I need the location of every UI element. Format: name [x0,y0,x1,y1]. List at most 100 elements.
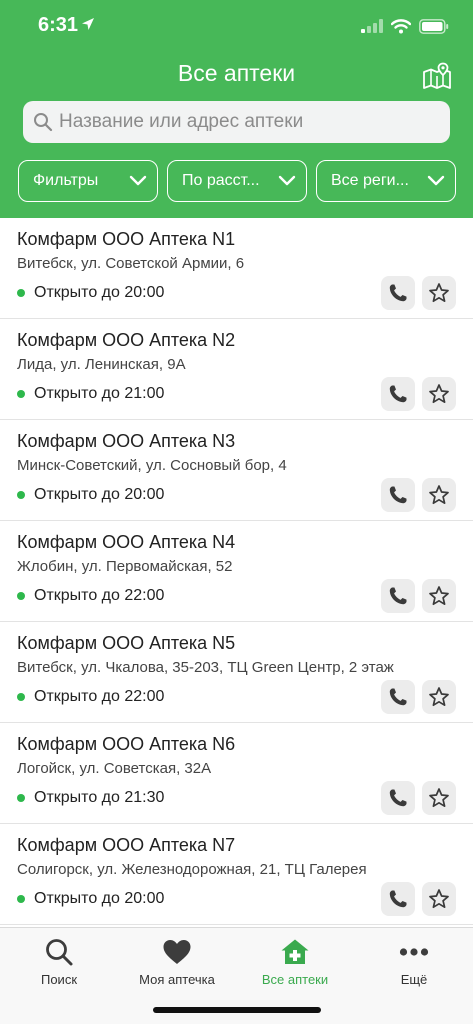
tab-label: Моя аптечка [139,972,215,987]
pharmacy-address: Жлобин, ул. Первомайская, 52 [17,558,233,575]
status-dot [17,592,25,600]
favorite-button[interactable] [422,680,456,714]
pharmacy-list-item[interactable]: Комфарм ООО Аптека N7 Солигорск, ул. Жел… [0,824,473,925]
pharmacy-list-item[interactable]: Комфарм ООО Аптека N2 Лида, ул. Ленинска… [0,319,473,420]
tab-label: Поиск [40,972,78,987]
tab-search[interactable]: Поиск [0,936,118,996]
pharmacy-address: Витебск, ул. Чкалова, 35-203, ТЦ Green Ц… [17,659,394,676]
phone-icon [389,385,407,403]
favorite-button[interactable] [422,579,456,613]
open-status-text: Открыто до 20:00 [34,284,165,301]
pharmacy-list-item[interactable]: Комфарм ООО Аптека N4 Жлобин, ул. Первом… [0,521,473,622]
status-time: 6:31 [38,14,79,36]
filter-row: Фильтры По расст... Все реги... [18,160,456,202]
search-input[interactable] [59,111,429,133]
pharmacy-list: Комфарм ООО Аптека N1 Витебск, ул. Совет… [0,218,473,925]
call-button[interactable] [381,882,415,916]
chevron-down-icon [129,175,147,186]
pharmacy-address: Солигорск, ул. Железнодорожная, 21, ТЦ Г… [17,861,367,878]
page-title: Все аптеки [177,60,296,86]
star-icon [429,485,449,505]
header: 6:31 Все аптеки Название или адрес аптек… [0,0,473,218]
pharmacy-name: Комфарм ООО Аптека N6 [17,734,236,754]
phone-icon [389,890,407,908]
pharmacy-name: Комфарм ООО Аптека N5 [17,633,236,653]
call-button[interactable] [381,781,415,815]
search-icon [46,939,73,966]
tab-label: Ещё [400,972,428,987]
favorite-button[interactable] [422,377,456,411]
pharmacy-name: Комфарм ООО Аптека N4 [17,532,236,552]
open-status-text: Открыто до 21:00 [34,385,165,402]
status-dot [17,895,25,903]
wifi-icon [391,18,411,33]
status-bar: 6:31 [0,0,473,52]
pharmacy-list-item[interactable]: Комфарм ООО Аптека N6 Логойск, ул. Совет… [0,723,473,824]
filter-dropdown-region[interactable]: Все реги... [316,160,456,202]
status-dot [17,289,25,297]
pharmacy-list-item[interactable]: Комфарм ООО Аптека N5 Витебск, ул. Чкало… [0,622,473,723]
pharmacy-home-icon [281,939,309,964]
pharmacy-name: Комфарм ООО Аптека N1 [17,229,236,249]
heart-icon [163,940,191,964]
favorite-button[interactable] [422,276,456,310]
favorite-button[interactable] [422,478,456,512]
filter-label: Фильтры [33,172,99,189]
status-dot [17,693,25,701]
star-icon [429,788,449,808]
call-button[interactable] [381,579,415,613]
signal-icon [361,19,383,33]
open-status: Открыто до 22:00 [17,688,164,706]
star-icon [429,889,449,909]
call-button[interactable] [381,478,415,512]
open-status: Открыто до 20:00 [17,284,164,302]
pharmacy-name: Комфарм ООО Аптека N7 [17,835,236,855]
star-icon [429,283,449,303]
pharmacy-address: Минск-Советский, ул. Сосновый бор, 4 [17,457,287,474]
filter-dropdown-filters[interactable]: Фильтры [18,160,158,202]
status-dot [17,491,25,499]
open-status: Открыто до 20:00 [17,890,164,908]
status-indicators [361,16,449,36]
location-arrow-icon [82,18,94,30]
phone-icon [389,587,407,605]
map-button[interactable] [421,60,453,92]
open-status: Открыто до 22:00 [17,587,164,605]
phone-icon [389,688,407,706]
call-button[interactable] [381,276,415,310]
pharmacy-list-item[interactable]: Комфарм ООО Аптека N3 Минск-Советский, у… [0,420,473,521]
chevron-down-icon [278,175,296,186]
tab-more[interactable]: Ещё [355,936,473,996]
open-status-text: Открыто до 22:00 [34,587,165,604]
search-icon [34,113,53,132]
pharmacy-name: Комфарм ООО Аптека N3 [17,431,236,451]
favorite-button[interactable] [422,781,456,815]
pharmacy-address: Логойск, ул. Советская, 32А [17,760,212,777]
map-icon [423,62,451,89]
star-icon [429,586,449,606]
chevron-down-icon [427,175,445,186]
phone-icon [389,486,407,504]
pharmacy-list-item[interactable]: Комфарм ООО Аптека N1 Витебск, ул. Совет… [0,218,473,319]
open-status-text: Открыто до 20:00 [34,890,165,907]
search-bar[interactable] [23,101,450,143]
more-icon [399,948,429,956]
home-indicator [153,1007,321,1013]
status-dot [17,390,25,398]
call-button[interactable] [381,377,415,411]
open-status: Открыто до 21:00 [17,385,164,403]
open-status: Открыто до 20:00 [17,486,164,504]
pharmacy-address: Лида, ул. Ленинская, 9А [17,356,186,373]
open-status-text: Открыто до 21:30 [34,789,165,806]
filter-label: Все реги... [331,172,409,189]
filter-dropdown-sort[interactable]: По расст... [167,160,307,202]
battery-icon [419,18,449,34]
open-status-text: Открыто до 20:00 [34,486,165,503]
tab-my-kit[interactable]: Моя аптечка [118,936,236,996]
filter-label: По расст... [182,172,260,189]
star-icon [429,687,449,707]
tab-all-pharmacies[interactable]: Все аптеки [236,936,354,996]
status-dot [17,794,25,802]
favorite-button[interactable] [422,882,456,916]
call-button[interactable] [381,680,415,714]
